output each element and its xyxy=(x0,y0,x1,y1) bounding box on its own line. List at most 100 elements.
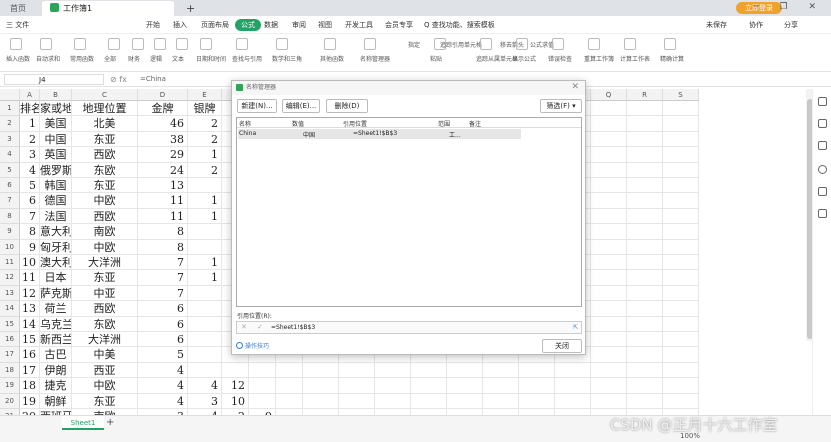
table-cell[interactable]: 1 xyxy=(20,116,40,132)
table-cell[interactable]: 北美 xyxy=(72,116,138,132)
table-cell[interactable]: 美国 xyxy=(40,116,72,132)
table-cell[interactable] xyxy=(591,378,627,394)
table-cell[interactable]: 中欧 xyxy=(72,378,138,394)
table-cell[interactable] xyxy=(339,393,375,409)
list-item[interactable]: China 中国 =Sheet1!$B$3 工... xyxy=(238,129,521,139)
cancel-icon[interactable]: ✕ xyxy=(241,323,247,331)
tool-18[interactable]: 公式求值 xyxy=(530,40,554,49)
table-cell[interactable] xyxy=(188,178,222,194)
table-cell[interactable]: 朝鲜 xyxy=(40,393,72,409)
table-cell[interactable] xyxy=(303,362,339,379)
table-cell[interactable] xyxy=(663,147,699,163)
table-cell[interactable] xyxy=(591,178,627,194)
table-cell[interactable] xyxy=(591,101,627,117)
menu-4[interactable]: 公式 xyxy=(235,19,261,31)
table-cell[interactable] xyxy=(627,316,663,332)
table-cell[interactable]: 中美 xyxy=(72,347,138,363)
column-header[interactable]: Q xyxy=(591,89,627,101)
row-header[interactable]: 6 xyxy=(0,178,20,194)
table-cell[interactable] xyxy=(519,378,555,394)
menu-11[interactable]: 未保存 xyxy=(706,20,727,30)
table-cell[interactable]: 捷克 xyxy=(40,378,72,394)
table-cell[interactable]: 13 xyxy=(138,178,188,194)
table-cell[interactable] xyxy=(663,224,699,240)
table-cell[interactable]: 东欧 xyxy=(72,162,138,178)
table-cell[interactable]: 17 xyxy=(20,362,40,379)
row-header[interactable]: 17 xyxy=(0,347,20,363)
table-cell[interactable] xyxy=(627,116,663,132)
table-cell[interactable] xyxy=(188,285,222,302)
table-cell[interactable]: 中欧 xyxy=(72,193,138,209)
table-cell[interactable]: 5 xyxy=(138,347,188,363)
table-cell[interactable]: 家或地区 xyxy=(40,101,72,117)
table-cell[interactable]: 中欧 xyxy=(72,239,138,255)
tool-14[interactable]: 追踪引用单元格 xyxy=(440,40,482,49)
window-controls[interactable]: ─ ❐ ✕ xyxy=(753,2,825,12)
table-cell[interactable]: 7 xyxy=(138,270,188,286)
table-cell[interactable] xyxy=(188,301,222,317)
table-cell[interactable]: 1 xyxy=(188,208,222,225)
table-cell[interactable]: 10 xyxy=(222,393,249,409)
row-header[interactable]: 13 xyxy=(0,285,20,302)
row-header[interactable]: 10 xyxy=(0,239,20,255)
table-cell[interactable] xyxy=(591,285,627,302)
table-cell[interactable] xyxy=(627,332,663,348)
table-cell[interactable]: 西欧 xyxy=(72,147,138,163)
new-button[interactable]: 新建(N)... xyxy=(237,99,277,113)
table-cell[interactable]: 8 xyxy=(138,239,188,255)
menu-10[interactable]: Q 查找功能、搜索模板 xyxy=(424,20,495,30)
table-cell[interactable]: 澳大利亚 xyxy=(40,255,72,271)
table-cell[interactable] xyxy=(627,270,663,286)
table-cell[interactable] xyxy=(591,147,627,163)
table-cell[interactable] xyxy=(663,332,699,348)
table-cell[interactable] xyxy=(375,362,411,379)
table-cell[interactable] xyxy=(663,239,699,255)
filter-icon[interactable] xyxy=(818,141,827,150)
table-cell[interactable]: 19 xyxy=(20,393,40,409)
table-cell[interactable]: 地理位置 xyxy=(72,101,138,117)
table-cell[interactable]: 匈牙利 xyxy=(40,239,72,255)
table-cell[interactable] xyxy=(188,239,222,255)
table-cell[interactable] xyxy=(519,393,555,409)
table-cell[interactable]: 日本 xyxy=(40,270,72,286)
row-header[interactable]: 20 xyxy=(0,393,20,409)
table-cell[interactable] xyxy=(663,301,699,317)
table-cell[interactable]: 4 xyxy=(188,378,222,394)
table-cell[interactable] xyxy=(627,362,663,379)
table-cell[interactable] xyxy=(627,378,663,394)
fx-icon[interactable]: ⊘ fx xyxy=(110,73,127,86)
row-header[interactable]: 3 xyxy=(0,131,20,148)
table-cell[interactable] xyxy=(627,101,663,117)
table-cell[interactable] xyxy=(591,362,627,379)
tab-workbook[interactable]: 工作簿1 xyxy=(42,1,174,16)
image-icon[interactable] xyxy=(818,187,827,196)
table-cell[interactable]: 46 xyxy=(138,116,188,132)
table-cell[interactable] xyxy=(339,362,375,379)
table-cell[interactable]: 俄罗斯 xyxy=(40,162,72,178)
filter-button[interactable]: 筛选(F) ▾ xyxy=(540,99,582,113)
table-cell[interactable] xyxy=(188,362,222,379)
table-cell[interactable] xyxy=(663,162,699,178)
tool-4[interactable]: 财务 xyxy=(128,54,140,63)
tool-10[interactable]: 其他函数 xyxy=(320,54,344,63)
table-cell[interactable] xyxy=(447,378,483,394)
ref-value[interactable]: =Sheet1!$B$3 xyxy=(271,324,315,331)
table-cell[interactable]: 银牌 xyxy=(188,101,222,117)
row-header[interactable]: 5 xyxy=(0,162,20,178)
table-cell[interactable] xyxy=(591,162,627,178)
table-cell[interactable]: 7 xyxy=(138,285,188,302)
table-cell[interactable] xyxy=(483,393,519,409)
confirm-icon[interactable]: ✓ xyxy=(257,323,263,331)
table-cell[interactable] xyxy=(663,208,699,225)
table-cell[interactable]: 德国 xyxy=(40,193,72,209)
table-cell[interactable]: 大洋洲 xyxy=(72,255,138,271)
table-cell[interactable] xyxy=(591,116,627,132)
table-cell[interactable]: 11 xyxy=(138,208,188,225)
table-cell[interactable] xyxy=(627,178,663,194)
close-icon[interactable]: ✕ xyxy=(571,82,579,92)
table-cell[interactable] xyxy=(663,131,699,148)
menu-13[interactable]: 分享 xyxy=(784,20,798,30)
table-cell[interactable] xyxy=(591,393,627,409)
tool-17[interactable]: 显示公式 xyxy=(512,54,536,63)
row-header[interactable]: 9 xyxy=(0,224,20,240)
